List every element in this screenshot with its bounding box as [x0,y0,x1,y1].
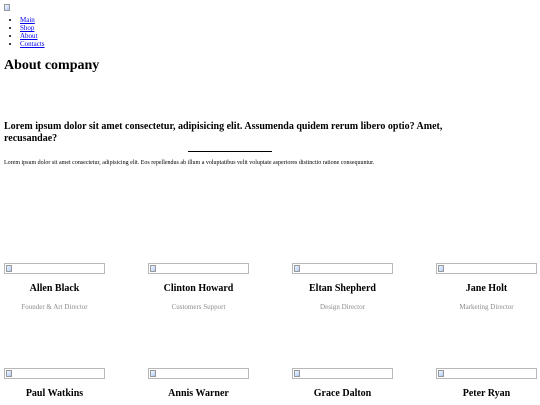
nav-item-about: About [20,32,45,40]
nav-item-main: Main [20,16,45,24]
nav-item-contacts: Contacts [20,40,45,48]
logo-image [4,4,14,14]
member-name: Paul Watkins [25,388,84,399]
nav-link-main[interactable]: Main [20,16,35,24]
member-name: Grace Dalton [313,388,372,399]
team-member-card: Annis Warner [148,368,249,400]
team-member-card: Jane Holt Marketing Director [436,263,537,312]
headline-divider [188,151,272,152]
member-photo [292,263,393,274]
team-member-card: Allen Black Founder & Art Director [4,263,105,312]
team-member-card: Paul Watkins [4,368,105,400]
nav-link-contacts[interactable]: Contacts [20,40,45,48]
about-paragraph: Lorem ipsum dolor sit amet consectetur, … [4,160,375,166]
member-name: Jane Holt [465,283,508,294]
member-photo [292,368,393,379]
member-role: Customers Support [171,303,226,311]
member-photo [4,368,105,379]
team-member-card: Eltan Shepherd Design Director [292,263,393,312]
member-photo [436,263,537,274]
member-photo [148,263,249,274]
member-role: Marketing Director [459,303,514,311]
member-name: Eltan Shepherd [309,283,376,294]
member-role: Founder & Art Director [21,303,88,311]
member-name: Annis Warner [168,388,229,399]
team-member-card: Grace Dalton [292,368,393,400]
member-name: Clinton Howard [163,283,234,294]
member-name: Allen Black [29,283,80,294]
member-photo [4,263,105,274]
page-title: About company [4,58,100,73]
about-headline: Lorem ipsum dolor sit amet consectetur, … [4,121,443,144]
member-photo [436,368,537,379]
team-member-card: Clinton Howard Customers Support [148,263,249,312]
main-nav: Main Shop About Contacts [0,16,45,48]
nav-link-shop[interactable]: Shop [20,24,34,32]
nav-link-about[interactable]: About [20,32,38,40]
member-name: Peter Ryan [462,388,511,399]
team-member-card: Peter Ryan [436,368,537,400]
member-photo [148,368,249,379]
nav-item-shop: Shop [20,24,45,32]
member-role: Design Director [320,303,365,311]
